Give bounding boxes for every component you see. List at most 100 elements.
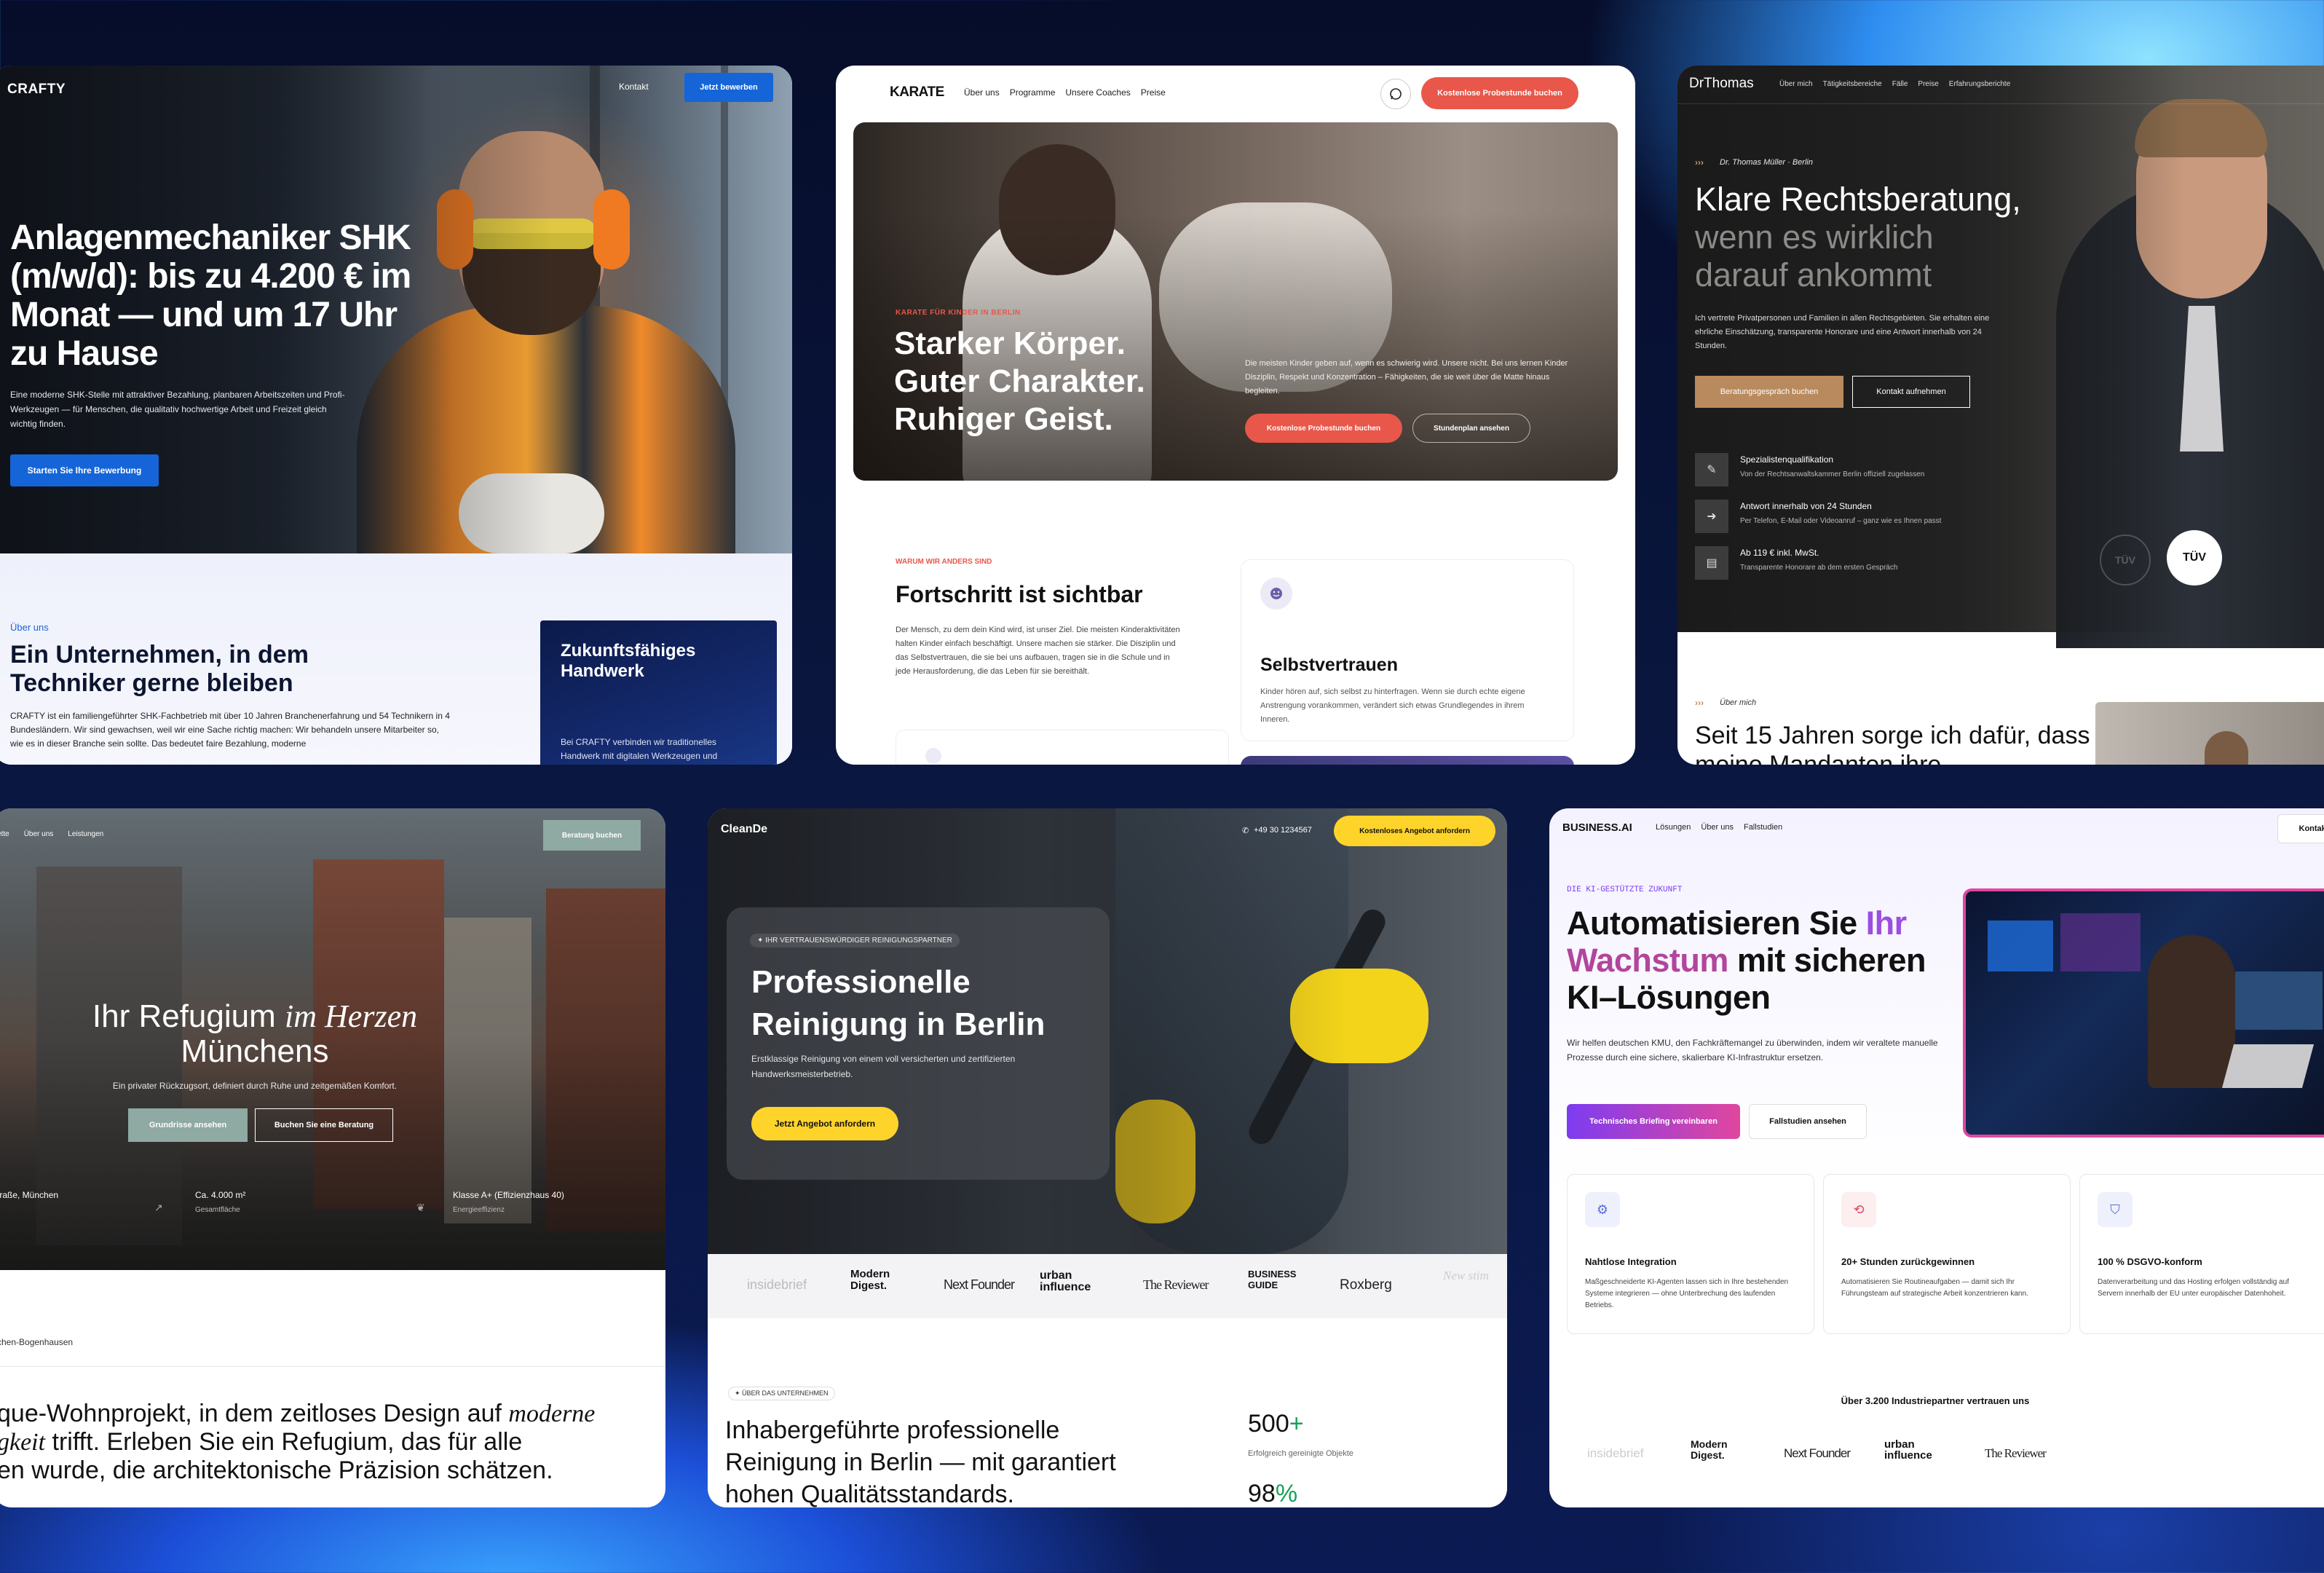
hero-image (1963, 888, 2324, 1138)
monitor (1988, 920, 2053, 971)
logo-next-founder: Next Founder (1784, 1446, 1851, 1460)
about-title: Inhabergeführte professionelle Reinigung… (725, 1416, 1116, 1507)
book-consultation-button[interactable]: Beratungsgespräch buchen (1695, 376, 1843, 408)
body-text: trifft. Erleben Sie ein Refugium, das fü… (45, 1428, 523, 1456)
request-quote-button[interactable]: Jetzt Angebot anfordern (751, 1107, 898, 1140)
logo-the-reviewer: The Reviewer (1985, 1446, 2047, 1460)
logo-the-reviewer: The Reviewer (1143, 1277, 1209, 1292)
nav-item-ueber-uns[interactable]: Über uns (964, 87, 1000, 98)
nav-kontakt-link[interactable]: Kontakt (619, 82, 649, 92)
body-text: en wurde, die architektonische Präzision… (0, 1456, 553, 1484)
nav-quote-button[interactable]: Kostenloses Angebot anfordern (1334, 816, 1495, 846)
feature-title: 100 % DSGVO-konform (2098, 1256, 2202, 1267)
feature-card-hours: ⟲ 20+ Stunden zurückgewinnen Automatisie… (1823, 1174, 2071, 1334)
karate-hero-text: Die meisten Kinder geben auf, wenn es sc… (1245, 359, 1568, 395)
drthomas-nav: Über mich Tätigkeitsbereiche Fälle Preis… (1779, 80, 2010, 88)
headline-accent: Wachstum (1567, 942, 1728, 979)
nav-item-taetigkeitsbereiche[interactable]: Tätigkeitsbereiche (1823, 80, 1882, 88)
drthomas-card: DrThomas Über mich Tätigkeitsbereiche Fä… (1677, 66, 2324, 765)
nav-item-fallstudien[interactable]: Fallstudien (1744, 823, 1782, 832)
businessai-logo[interactable]: BUSINESS.AI (1562, 821, 1632, 834)
headline-italic: im Herzen (285, 998, 418, 1034)
case-studies-button[interactable]: Fallstudien ansehen (1749, 1104, 1867, 1139)
karate-eyebrow: KARATE FÜR KINDER IN BERLIN (896, 309, 1021, 317)
nav-item-erfahrungsberichte[interactable]: Erfahrungsberichte (1949, 80, 2011, 88)
drthomas-headline-1: Klare Rechtsberatung, (1695, 181, 2021, 218)
chevrons-icon: ››› (1695, 157, 1704, 167)
about-photo (2095, 702, 2324, 765)
contact-button[interactable]: Kontakt (2277, 814, 2324, 843)
crafty-about-section: Über uns Ein Unternehmen, in dem Technik… (0, 553, 792, 765)
refugium-card: ette Über uns Leistungen Beratung buchen… (0, 808, 665, 1507)
tuev-seal: TÜV (2167, 530, 2222, 586)
headline-accent: Ihr (1865, 904, 1908, 942)
confidence-title: Selbstvertrauen (1260, 655, 1398, 675)
headline-part: Münchens (181, 1033, 329, 1069)
logo-modern-digest: Modern Digest. (1691, 1438, 1728, 1461)
stat-value: 98 (1248, 1480, 1276, 1507)
gavel-icon: ✎ (1695, 453, 1728, 486)
whatsapp-icon[interactable] (1380, 79, 1411, 109)
receipt-icon: ▤ (1695, 546, 1728, 580)
logo-modern-digest: Modern Digest. (850, 1268, 890, 1292)
fact-area: Ca. 4.000 m² (195, 1190, 246, 1200)
refugium-headline: Ihr Refugium im Herzen Münchens (0, 999, 517, 1069)
phone-number[interactable]: +49 30 1234567 (1254, 826, 1312, 835)
logo-urban-influence: urban influence (1040, 1269, 1091, 1293)
logo-next-founder: Next Founder (944, 1277, 1015, 1292)
about-title: Ein Unternehmen, in dem Techniker gerne … (10, 641, 309, 697)
nav-item-ueber-uns[interactable]: Über uns (1701, 823, 1734, 832)
smile-icon (1260, 577, 1292, 610)
refugium-subtext: Ein privater Rückzugsort, definiert durc… (112, 1081, 398, 1091)
nav-item-programme[interactable]: Programme (1010, 87, 1056, 98)
start-application-button[interactable]: Starten Sie Ihre Bewerbung (10, 454, 159, 486)
hero-glass-panel: ✦ IHR VERTRAUENSWÜRDIGER REINIGUNGSPARTN… (727, 907, 1110, 1180)
floorplans-button[interactable]: Grundrisse ansehen (128, 1108, 248, 1142)
businessai-card: BUSINESS.AI Lösungen Über uns Fallstudie… (1549, 808, 2324, 1507)
headline-part: Ihr Refugium (92, 998, 276, 1034)
feature-title: Antwort innerhalb von 24 Stunden (1740, 501, 1872, 511)
trial-class-button[interactable]: Kostenlose Probestunde buchen (1245, 414, 1402, 443)
nav-divider (1677, 103, 2324, 104)
feature-title: Spezialistenqualifikation (1740, 454, 1834, 465)
contact-button[interactable]: Kontakt aufnehmen (1852, 376, 1970, 408)
trust-heading: Über 3.200 Industriepartner vertrauen un… (1841, 1395, 2030, 1406)
nav-consult-button[interactable]: Beratung buchen (543, 820, 641, 851)
nav-item-faelle[interactable]: Fälle (1892, 80, 1908, 88)
book-consultation-button[interactable]: Buchen Sie eine Beratung (255, 1108, 393, 1142)
karate-logo[interactable]: KARATE (890, 84, 944, 100)
about-label: Über mich (1720, 698, 1757, 707)
why-title: Fortschritt ist sichtbar (896, 581, 1143, 607)
shield-icon: ⛉ (2098, 1192, 2133, 1227)
drthomas-logo[interactable]: DrThomas (1689, 76, 1754, 92)
nav-item[interactable]: ette (0, 830, 9, 838)
nav-item-coaches[interactable]: Unsere Coaches (1065, 87, 1130, 98)
cleande-subtext: Erstklassige Reinigung von einem voll ve… (751, 1054, 1016, 1079)
logo-roxberg: Roxberg (1340, 1277, 1392, 1293)
press-logos-strip: insidebrief Modern Digest. Next Founder … (708, 1254, 1507, 1318)
crafty-logo[interactable]: CRAFTY (7, 82, 66, 98)
stat-objects-label: Erfolgreich gereinigte Objekte (1248, 1449, 1353, 1458)
confidence-text: Kinder hören auf, sich selbst zu hinterf… (1260, 687, 1525, 724)
schedule-button[interactable]: Stundenplan ansehen (1412, 414, 1530, 443)
nav-item-loesungen[interactable]: Lösungen (1656, 823, 1691, 832)
technical-briefing-button[interactable]: Technisches Briefing vereinbaren (1567, 1104, 1740, 1139)
about-text: CRAFTY ist ein familiengeführter SHK-Fac… (10, 711, 450, 749)
logo-insidebrief: insidebrief (747, 1277, 807, 1292)
nav-item-preise[interactable]: Preise (1141, 87, 1166, 98)
karate-card: KARATE Über uns Programme Unsere Coaches… (836, 66, 1635, 765)
feature-text: Transparente Honorare ab dem ersten Gesp… (1740, 564, 1898, 572)
nav-item-ueber-mich[interactable]: Über mich (1779, 80, 1813, 88)
cleande-logo[interactable]: CleanDe (721, 823, 767, 836)
phone-icon[interactable]: ✆ (1242, 826, 1249, 835)
nav-trial-button[interactable]: Kostenlose Probestunde buchen (1421, 77, 1578, 109)
apply-now-button[interactable]: Jetzt bewerben (684, 73, 773, 102)
nav-item-ueber-uns[interactable]: Über uns (24, 830, 54, 838)
about-label: ✦ ÜBER DAS UNTERNEHMEN (728, 1387, 835, 1400)
nav-item-leistungen[interactable]: Leistungen (68, 830, 103, 838)
refugium-body: que-Wohnprojekt, in dem zeitloses Design… (0, 1400, 595, 1484)
puzzle-icon: ⚙ (1585, 1192, 1620, 1227)
divider (0, 1366, 665, 1367)
stat-percent: 98% (1248, 1480, 1297, 1507)
nav-item-preise[interactable]: Preise (1918, 80, 1938, 88)
